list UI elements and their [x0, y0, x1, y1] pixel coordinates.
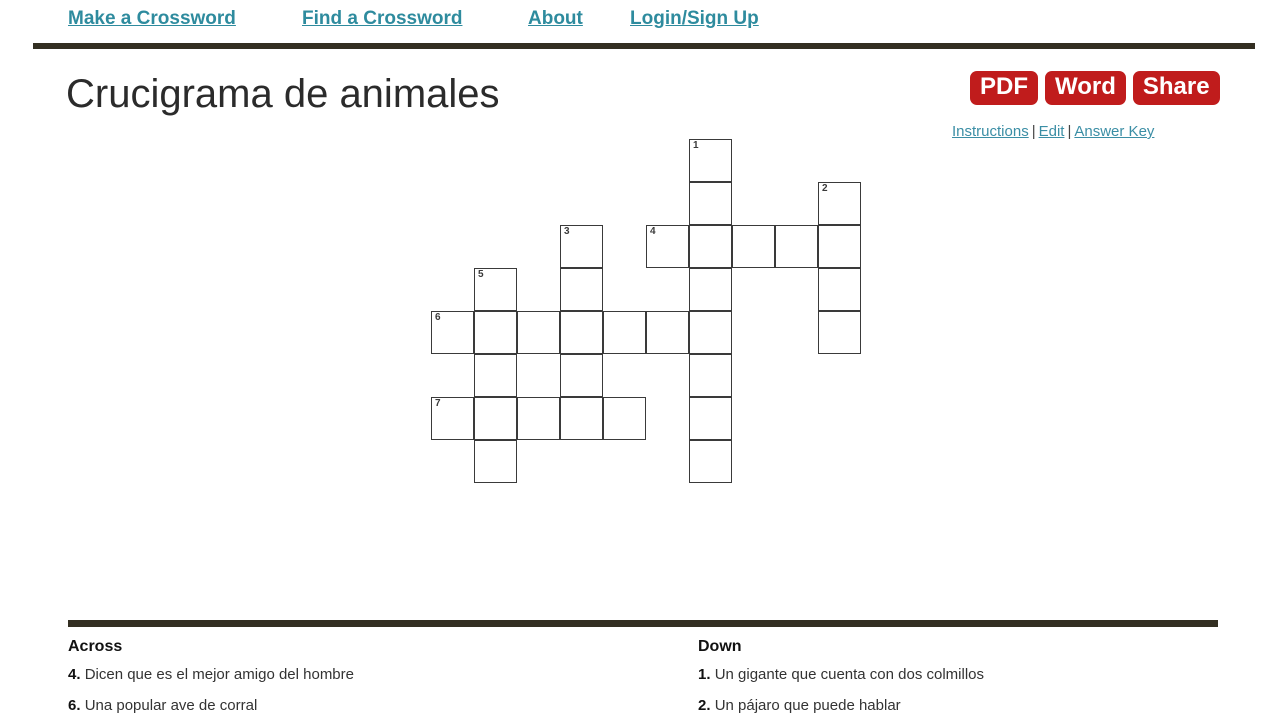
down-clue-number: 1. — [698, 666, 711, 683]
grid-cell-number: 4 — [650, 226, 656, 237]
grid-cell-number: 1 — [693, 140, 699, 151]
clues-divider — [68, 620, 1218, 627]
grid-cell-number: 7 — [435, 398, 441, 409]
across-clue-number: 6. — [68, 697, 81, 714]
grid-cell-number: 3 — [564, 226, 570, 237]
grid-cell[interactable]: 3 — [560, 225, 603, 268]
crossword-grid[interactable]: 1 2 3 4 5 6 7 — [0, 0, 1280, 520]
grid-cell[interactable] — [775, 225, 818, 268]
grid-cell[interactable] — [517, 397, 560, 440]
grid-cell[interactable]: 5 — [474, 268, 517, 311]
grid-cell[interactable] — [474, 311, 517, 354]
grid-cell[interactable] — [818, 268, 861, 311]
grid-cell[interactable]: 6 — [431, 311, 474, 354]
across-clue-number: 4. — [68, 666, 81, 683]
grid-cell[interactable] — [474, 397, 517, 440]
grid-cell[interactable] — [732, 225, 775, 268]
grid-cell[interactable] — [474, 354, 517, 397]
down-clue-text: Un gigante que cuenta con dos colmillos — [714, 666, 985, 683]
down-clues-column: Down 1. Un gigante que cuenta con dos co… — [698, 638, 1238, 728]
across-clue-text: Dicen que es el mejor amigo del hombre — [84, 666, 354, 683]
across-clue-text: Una popular ave de corral — [84, 697, 258, 714]
grid-cell[interactable]: 7 — [431, 397, 474, 440]
grid-cell[interactable] — [689, 440, 732, 483]
grid-cell[interactable] — [560, 268, 603, 311]
grid-cell-number: 6 — [435, 312, 441, 323]
grid-cell[interactable] — [689, 182, 732, 225]
grid-cell[interactable] — [689, 268, 732, 311]
grid-cell[interactable]: 4 — [646, 225, 689, 268]
grid-cell[interactable] — [603, 311, 646, 354]
down-heading: Down — [698, 638, 742, 655]
grid-cell[interactable]: 2 — [818, 182, 861, 225]
grid-cell[interactable] — [517, 311, 560, 354]
grid-cell[interactable] — [689, 354, 732, 397]
grid-cell[interactable] — [818, 225, 861, 268]
grid-cell[interactable] — [646, 311, 689, 354]
across-clues-column: Across 4. Dicen que es el mejor amigo de… — [68, 638, 668, 728]
across-heading: Across — [68, 638, 123, 655]
grid-cell[interactable] — [689, 397, 732, 440]
grid-cell[interactable] — [474, 440, 517, 483]
grid-cell[interactable] — [560, 311, 603, 354]
grid-cell[interactable] — [818, 311, 861, 354]
grid-cell-number: 2 — [822, 183, 828, 194]
grid-cell[interactable] — [603, 397, 646, 440]
grid-cell[interactable] — [560, 354, 603, 397]
down-clue-text: Un pájaro que puede hablar — [714, 697, 901, 714]
down-clue-item: 2. Un pájaro que puede hablar — [698, 697, 1238, 714]
grid-cell[interactable] — [560, 397, 603, 440]
down-clue-number: 2. — [698, 697, 711, 714]
grid-cell[interactable]: 1 — [689, 139, 732, 182]
across-clue-item: 4. Dicen que es el mejor amigo del hombr… — [68, 666, 668, 683]
grid-cell[interactable] — [689, 225, 732, 268]
grid-cell-number: 5 — [478, 269, 484, 280]
down-clue-item: 1. Un gigante que cuenta con dos colmill… — [698, 666, 1238, 683]
grid-cell[interactable] — [689, 311, 732, 354]
across-clue-item: 6. Una popular ave de corral — [68, 697, 668, 714]
